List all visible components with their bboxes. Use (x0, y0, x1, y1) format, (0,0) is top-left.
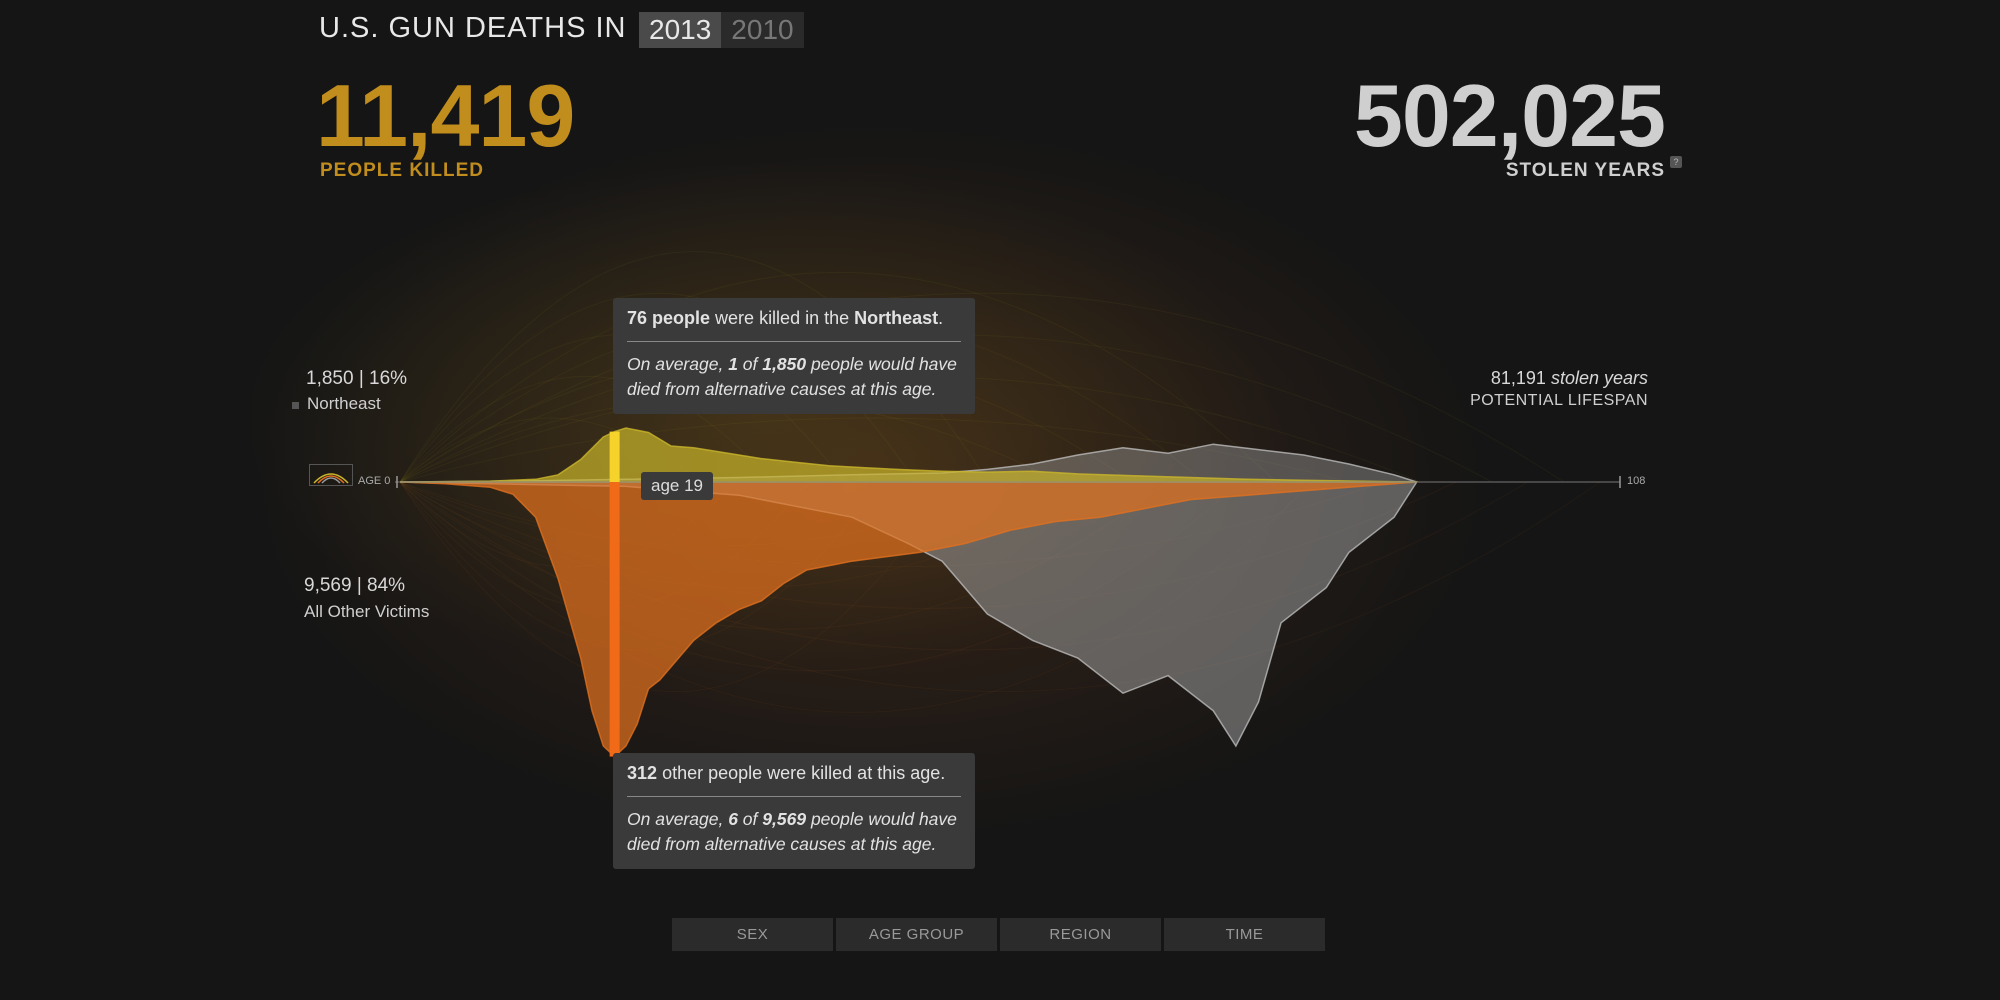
arc-toggle-svg (313, 473, 349, 484)
tooltip-top-count: 76 people (627, 308, 711, 328)
northeast-label: Northeast (307, 394, 381, 413)
tooltip-bottom-mid: other people were killed at this age. (662, 763, 946, 783)
people-killed-label: PEOPLE KILLED (320, 160, 484, 181)
potential-stolen-suffix: stolen years (1550, 368, 1648, 388)
potential-stolen-years: 81,191 stolen years (1491, 368, 1648, 389)
potential-lifespan-label: POTENTIAL LIFESPAN (1470, 392, 1648, 409)
northeast-swatch (292, 402, 299, 409)
tooltip-top-headline: 76 people were killed in the Northeast. (627, 308, 961, 342)
potential-stolen-value: 81,191 (1490, 368, 1546, 388)
tooltip-top-average: On average, 1 of 1,850 people would have… (627, 342, 961, 402)
tooltip-top-avg-of: of (742, 354, 758, 374)
tooltip-bottom-avg-of: of (742, 809, 758, 829)
tooltip-top-end: . (938, 308, 944, 328)
tooltip-top-avg-total: 1,850 (762, 354, 807, 374)
tooltip-northeast: 76 people were killed in the Northeast. … (613, 298, 975, 414)
tab-region[interactable]: REGION (1000, 918, 1161, 951)
year-2010-button[interactable]: 2010 (721, 12, 803, 48)
tab-sex[interactable]: SEX (672, 918, 833, 951)
tab-time[interactable]: TIME (1164, 918, 1325, 951)
tab-age-group[interactable]: AGE GROUP (836, 918, 997, 951)
tooltip-bottom-average: On average, 6 of 9,569 people would have… (627, 797, 961, 857)
arc-toggle-icon[interactable] (309, 464, 353, 486)
others-summary: 9,569 | 84% (304, 575, 406, 596)
year-switcher: 2013 2010 (639, 12, 804, 48)
tooltip-bottom-headline: 312 other people were killed at this age… (627, 763, 961, 797)
northeast-summary: 1,850 | 16% (306, 368, 408, 389)
tooltip-bottom-avg-total: 9,569 (762, 809, 807, 829)
axis-end-label: 108 (1627, 475, 1646, 487)
tooltip-bottom-avg-pre: On average, (627, 809, 724, 829)
year-2013-button[interactable]: 2013 (639, 12, 722, 48)
age-distribution-chart (240, 122, 1621, 842)
tooltip-top-region: Northeast (854, 308, 939, 328)
tooltip-bottom-count: 312 (627, 763, 658, 783)
people-killed-count: 11,419 (316, 66, 575, 165)
selected-bar-others (609, 482, 620, 757)
tooltip-bottom-avg-num: 6 (728, 809, 738, 829)
tooltip-top-mid: were killed in the (715, 308, 850, 328)
axis-start-label: AGE 0 (358, 475, 391, 487)
stolen-years-label: STOLEN YEARS (1505, 160, 1665, 181)
selected-bar-northeast (609, 431, 620, 482)
tooltip-others: 312 other people were killed at this age… (613, 753, 975, 869)
filter-tabs: SEX AGE GROUP REGION TIME (672, 918, 1325, 951)
tooltip-top-avg-num: 1 (728, 354, 738, 374)
tooltip-top-avg-pre: On average, (627, 354, 724, 374)
stolen-years-count: 502,025 (1353, 66, 1666, 165)
help-icon[interactable]: ? (1670, 156, 1682, 168)
selected-age-tag: age 19 (641, 472, 713, 500)
page-title: U.S. GUN DEATHS IN (319, 12, 627, 44)
others-label: All Other Victims (304, 602, 430, 621)
